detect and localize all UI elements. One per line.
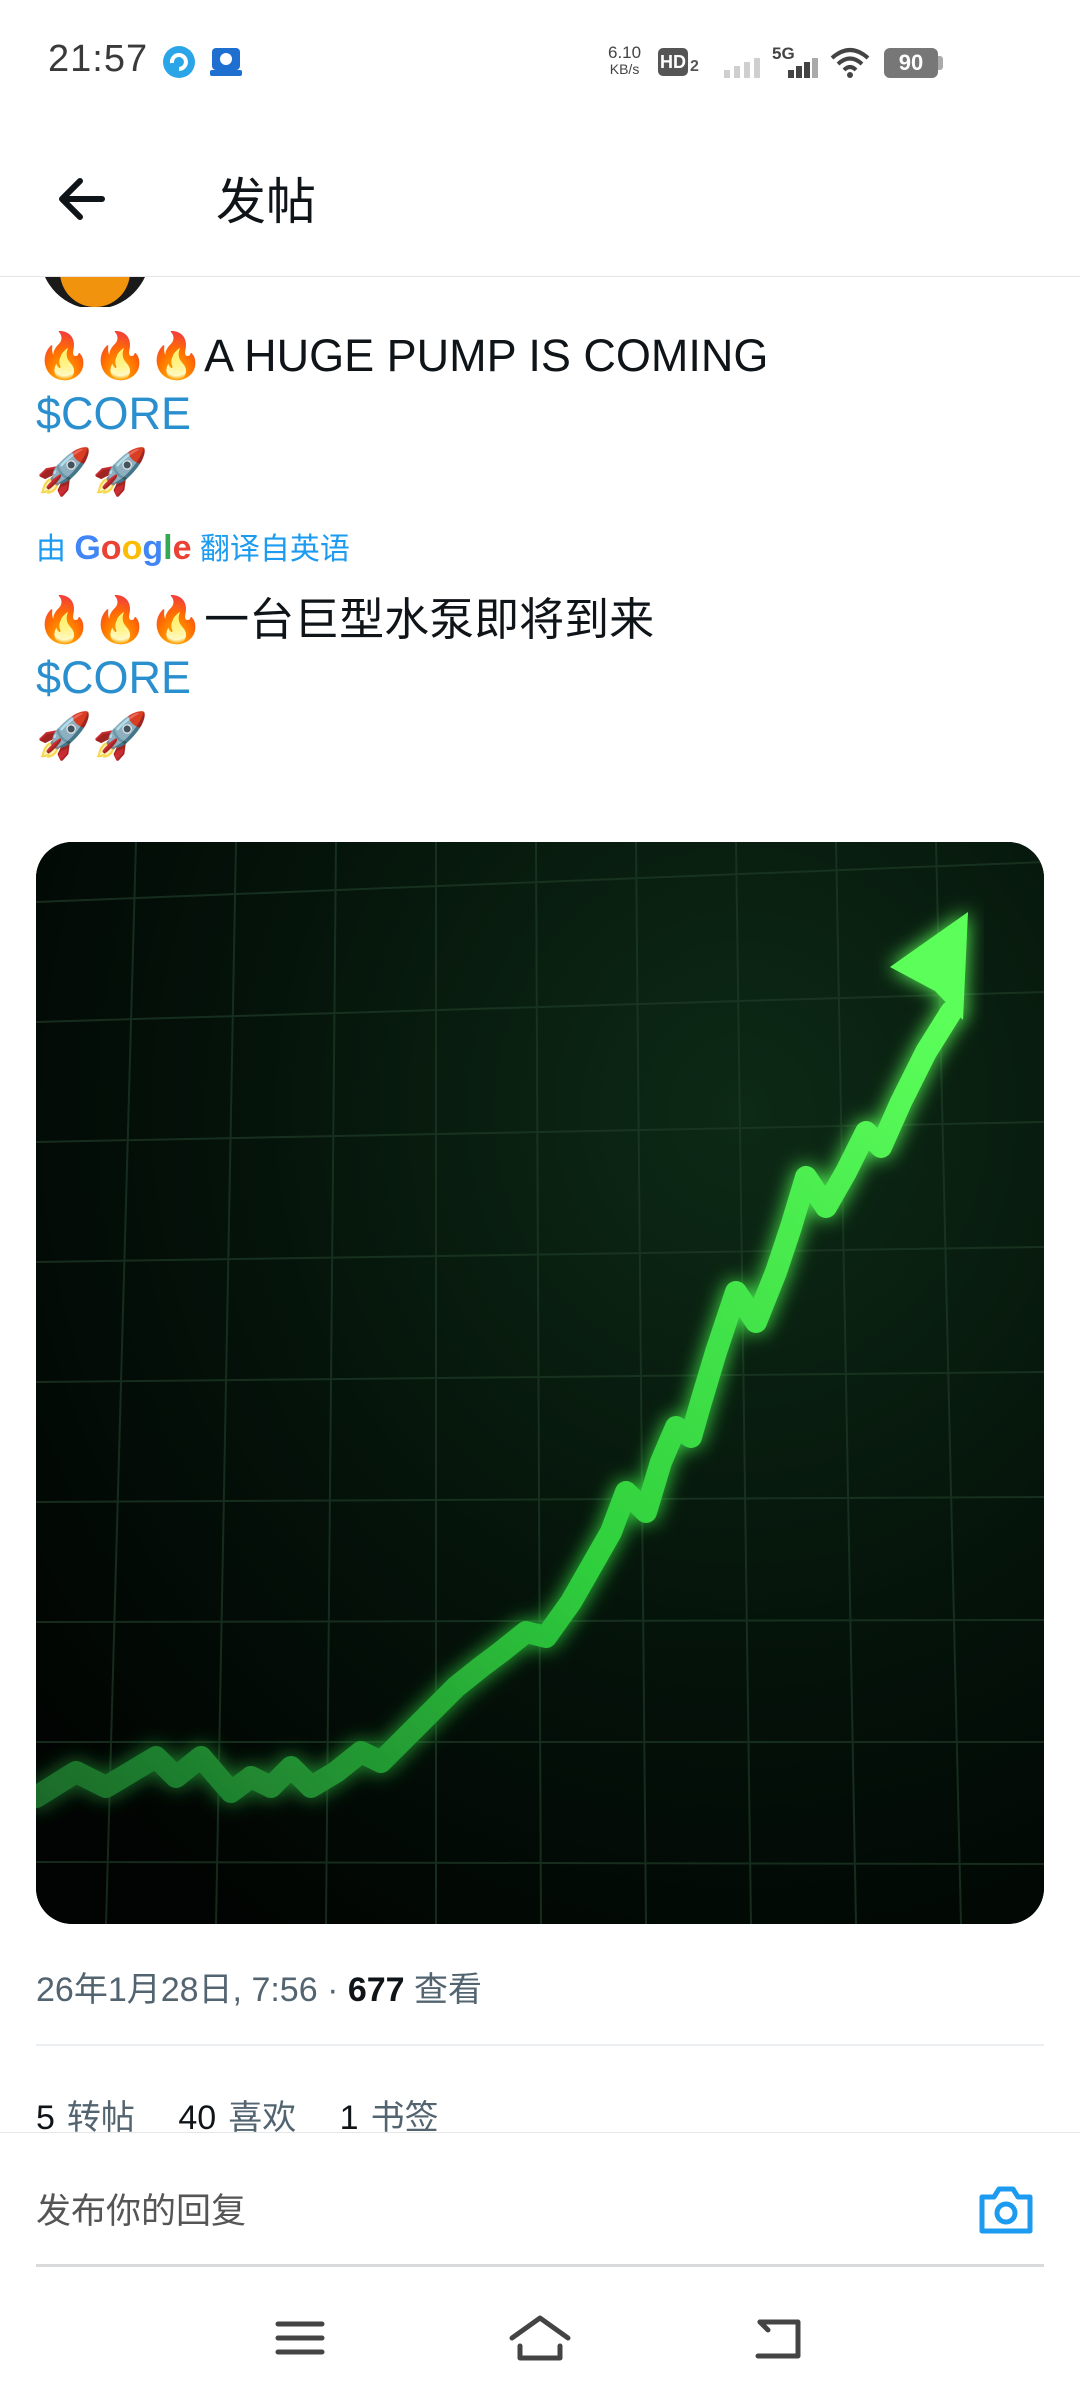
post-meta: 26年1月28日, 7:56 · 677 查看 bbox=[36, 1962, 482, 2011]
post-image[interactable] bbox=[36, 842, 1044, 1924]
translated-text: 一台巨型水泵即将到来 bbox=[204, 594, 655, 645]
page-title: 发帖 bbox=[216, 174, 316, 230]
network-speed-value: 6.10 bbox=[608, 43, 642, 62]
app-notification-icon bbox=[163, 46, 195, 78]
home-icon[interactable] bbox=[500, 2310, 580, 2370]
network-speed-unit: KB/s bbox=[609, 61, 640, 77]
divider bbox=[36, 2044, 1044, 2046]
camera-icon[interactable] bbox=[976, 2181, 1036, 2239]
post-date: 26年1月28日, 7:56 bbox=[36, 1971, 318, 2009]
rising-chart-illustration bbox=[36, 842, 1044, 1924]
views-count: 677 bbox=[347, 1971, 405, 2009]
hd-badge: HD bbox=[658, 48, 688, 76]
app-header: 发帖 bbox=[0, 120, 1080, 277]
app-notification-icon-2 bbox=[210, 48, 242, 76]
post-text-line: 🔥🔥🔥A HUGE PUMP IS COMING bbox=[36, 328, 768, 384]
translated-text-line: 🔥🔥🔥一台巨型水泵即将到来 bbox=[36, 592, 654, 648]
views-label: 查看 bbox=[414, 1971, 483, 2009]
back-icon[interactable] bbox=[740, 2310, 820, 2370]
translated-rocket-emoji: 🚀🚀 bbox=[36, 709, 149, 762]
arrow-left-icon[interactable] bbox=[50, 164, 120, 234]
fire-emoji: 🔥🔥🔥 bbox=[36, 329, 205, 382]
reply-input[interactable]: 发布你的回复 bbox=[36, 2183, 246, 2234]
battery-indicator: 90 bbox=[884, 48, 938, 78]
translate-prefix: 由 bbox=[36, 533, 66, 566]
hd-sub-label: 2 bbox=[690, 58, 699, 75]
meta-separator: · bbox=[317, 1971, 348, 2009]
battery-tip bbox=[938, 56, 943, 70]
menu-icon[interactable] bbox=[260, 2310, 340, 2370]
fire-emoji: 🔥🔥🔥 bbox=[36, 593, 205, 646]
cashtag-link[interactable]: $CORE bbox=[36, 386, 191, 442]
rocket-emoji: 🚀🚀 bbox=[36, 445, 149, 498]
signal-icon bbox=[788, 58, 818, 78]
status-bar: 21:57 6.10 KB/s HD 2 5G 90 bbox=[0, 0, 1080, 120]
translate-suffix: 翻译自英语 bbox=[199, 533, 350, 566]
network-speed: 6.10 KB/s bbox=[608, 44, 641, 78]
google-logo: Google bbox=[74, 529, 192, 567]
wifi-icon bbox=[830, 48, 870, 78]
system-nav-bar bbox=[0, 2270, 1080, 2408]
translation-attribution[interactable]: 由 Google 翻译自英语 bbox=[36, 524, 350, 568]
signal-weak-icon bbox=[724, 58, 760, 78]
reply-bar: 发布你的回复 bbox=[0, 2132, 1080, 2268]
status-time: 21:57 bbox=[48, 38, 149, 80]
author-avatar[interactable] bbox=[40, 277, 150, 307]
reply-underline bbox=[36, 2264, 1044, 2267]
translated-cashtag-link[interactable]: $CORE bbox=[36, 650, 191, 706]
post-text: A HUGE PUMP IS COMING bbox=[204, 330, 769, 381]
